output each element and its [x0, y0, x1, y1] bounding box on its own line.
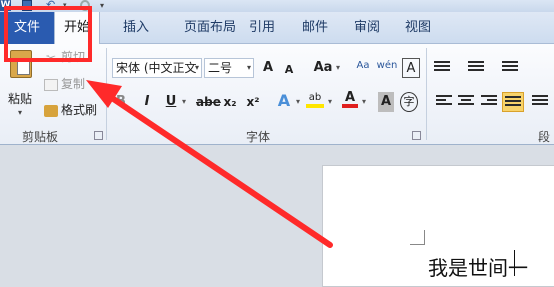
font-size-value: 二号: [208, 61, 233, 75]
clipboard-group-label: 剪贴板: [22, 130, 59, 144]
italic-button[interactable]: I: [140, 92, 154, 112]
chevron-down-icon: ▾: [194, 63, 199, 72]
char-shading-button[interactable]: A: [378, 92, 394, 112]
align-left-icon: [436, 95, 452, 109]
format-painter-label: 格式刷: [61, 103, 98, 117]
change-case-button[interactable]: Aa: [312, 58, 334, 78]
align-right-icon: [481, 95, 497, 109]
grow-font-button[interactable]: A: [260, 58, 276, 78]
tab-view[interactable]: 视图: [400, 12, 436, 44]
distributed-align-button[interactable]: [530, 92, 550, 112]
enclose-char-button[interactable]: 字: [400, 92, 418, 112]
format-painter-button[interactable]: 格式刷: [44, 101, 97, 119]
document-text[interactable]: 我是世间一: [428, 252, 528, 281]
annotation-highlight-box: [4, 6, 92, 62]
superscript-button[interactable]: x²: [244, 92, 262, 112]
chevron-down-icon[interactable]: ▾: [334, 58, 342, 78]
copy-button[interactable]: 复制: [44, 75, 85, 93]
font-name-value: 宋体 (中文正文: [116, 61, 197, 75]
clear-format-button[interactable]: Aa: [352, 56, 374, 76]
align-right-button[interactable]: [479, 92, 499, 112]
font-group-label: 字体: [246, 130, 271, 144]
justify-button[interactable]: [502, 92, 524, 112]
numbered-list-icon: [468, 61, 484, 75]
chevron-down-icon[interactable]: ▾: [180, 92, 188, 112]
font-color-button[interactable]: A: [342, 88, 358, 108]
chevron-down-icon: ▾: [246, 63, 251, 72]
font-size-select[interactable]: 二号 ▾: [204, 58, 254, 78]
copy-icon: [44, 78, 58, 91]
customize-toolbar-icon[interactable]: ▾: [100, 0, 106, 11]
multilevel-list-button[interactable]: [502, 58, 528, 78]
align-justify-icon: [505, 96, 521, 110]
shrink-font-button[interactable]: A: [282, 60, 296, 80]
subscript-button[interactable]: x₂: [221, 92, 239, 112]
align-distributed-icon: [532, 95, 548, 109]
font-launcher-icon[interactable]: [412, 131, 421, 140]
tab-page-layout[interactable]: 页面布局: [170, 12, 250, 44]
tab-review[interactable]: 审阅: [349, 12, 385, 44]
align-center-button[interactable]: [456, 92, 476, 112]
bullet-list-icon: [434, 61, 450, 75]
highlight-button[interactable]: ab: [306, 88, 324, 108]
chevron-down-icon[interactable]: ▾: [18, 108, 22, 117]
paste-label: 粘贴: [8, 92, 33, 106]
bullets-button[interactable]: [434, 58, 460, 78]
multilevel-list-icon: [502, 61, 518, 75]
tab-references[interactable]: 引用: [244, 12, 280, 44]
text-cursor: [514, 250, 515, 276]
tab-mailings[interactable]: 邮件: [297, 12, 333, 44]
numbering-button[interactable]: [468, 58, 494, 78]
copy-label: 复制: [61, 77, 86, 91]
align-center-icon: [458, 95, 474, 109]
align-left-button[interactable]: [434, 92, 454, 112]
chevron-down-icon[interactable]: ▾: [360, 92, 368, 112]
char-border-button[interactable]: A: [402, 58, 420, 78]
font-name-select[interactable]: 宋体 (中文正文 ▾: [112, 58, 202, 78]
tab-insert[interactable]: 插入: [118, 12, 154, 44]
phonetic-guide-button[interactable]: wén: [376, 56, 398, 76]
group-divider: [426, 48, 427, 140]
chevron-down-icon[interactable]: ▾: [326, 92, 334, 112]
clipboard-launcher-icon[interactable]: [94, 131, 103, 140]
bold-button[interactable]: B: [114, 92, 128, 112]
underline-button[interactable]: U: [164, 92, 178, 112]
text-effect-button[interactable]: A: [276, 91, 292, 111]
strikethrough-button[interactable]: abe: [196, 92, 221, 112]
chevron-down-icon[interactable]: ▾: [294, 92, 302, 112]
margin-corner-mark: [410, 230, 425, 245]
brush-icon: [44, 104, 58, 117]
group-divider: [106, 48, 107, 140]
